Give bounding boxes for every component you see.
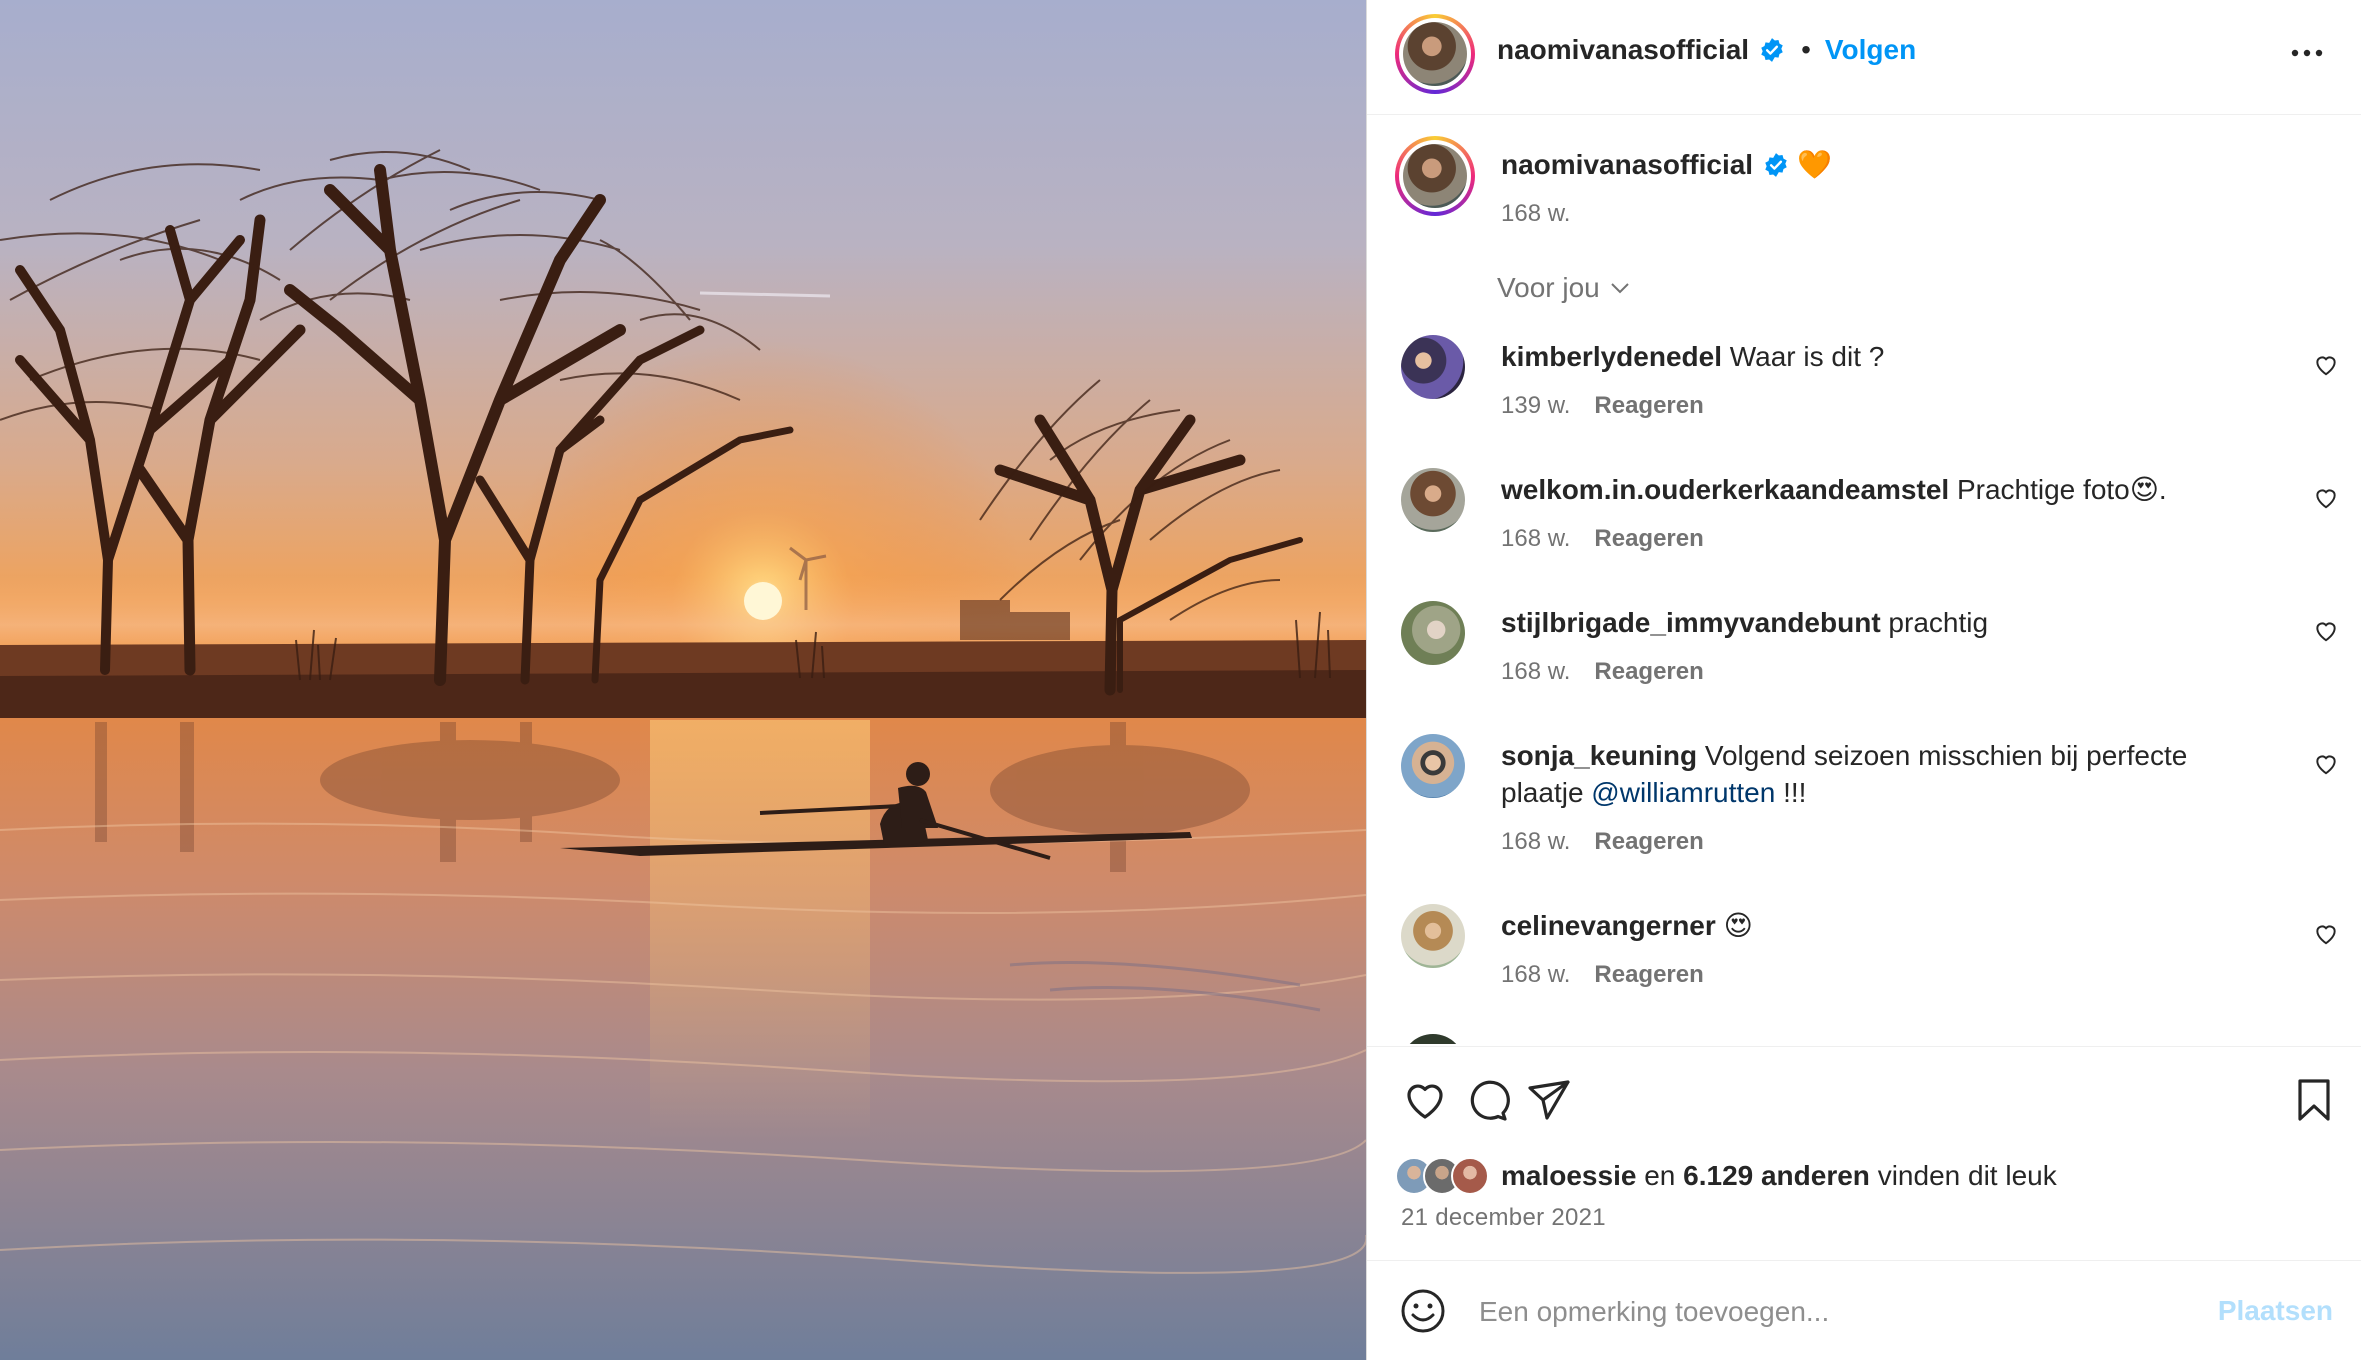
comment-item-partial [1367, 1022, 2361, 1044]
more-horizontal-icon[interactable] [2287, 38, 2327, 68]
emoji-icon[interactable] [1399, 1287, 1447, 1335]
commenter-username[interactable]: kimberlydenedel [1501, 341, 1722, 372]
likes-suffix: vinden dit leuk [1877, 1160, 2057, 1191]
heart-icon[interactable] [2313, 352, 2339, 378]
reply-button[interactable]: Reageren [1594, 392, 1703, 419]
comment-text-suffix: !!! [1775, 777, 1807, 808]
caption-author-avatar[interactable] [1395, 136, 1475, 216]
commenter-username[interactable]: welkom.in.ouderkerkaandeamstel [1501, 474, 1949, 505]
author-username[interactable]: naomivanasofficial [1497, 34, 1749, 66]
commenter-username[interactable]: stijlbrigade_immyvandebunt [1501, 607, 1881, 638]
reply-button[interactable]: Reageren [1594, 658, 1703, 685]
post-side-panel: naomivanasofficial • Volgen naomivanasof… [1366, 0, 2362, 1360]
comment-age: 139 w. [1501, 392, 1571, 419]
comment-icon[interactable] [1463, 1076, 1511, 1124]
verified-badge-icon [1761, 38, 1783, 62]
author-avatar[interactable] [1395, 14, 1475, 94]
comment-item: stijlbrigade_immyvandebunt prachtig 168 … [1367, 586, 2361, 719]
comment-sort-dropdown[interactable]: Voor jou [1497, 272, 1632, 304]
likes-summary[interactable]: maloessie en 6.129 anderen vinden dit le… [1395, 1156, 2057, 1196]
header-separator: • [1801, 34, 1811, 65]
commenter-avatar[interactable] [1401, 1034, 1465, 1044]
comment-item: welkom.in.ouderkerkaandeamstel Prachtige… [1367, 453, 2361, 586]
sunset-rowing-image [0, 0, 1366, 1360]
bookmark-icon[interactable] [2290, 1076, 2338, 1124]
commenter-avatar[interactable] [1401, 601, 1465, 665]
add-comment-bar: Plaatsen [1367, 1260, 2361, 1361]
follow-button[interactable]: Volgen [1825, 34, 1916, 66]
reply-button[interactable]: Reageren [1594, 525, 1703, 552]
comment-age: 168 w. [1501, 828, 1571, 855]
comment-text: prachtig [1888, 607, 1989, 638]
comment-text: Prachtige foto😍. [1956, 474, 2167, 505]
comment-age: 168 w. [1501, 961, 1571, 988]
commenter-avatar[interactable] [1401, 734, 1465, 798]
heart-icon[interactable] [2313, 751, 2339, 777]
comment-age: 168 w. [1501, 658, 1571, 685]
commenter-username[interactable]: sonja_keuning [1501, 740, 1697, 771]
caption-username[interactable]: naomivanasofficial [1501, 149, 1753, 181]
commenter-avatar[interactable] [1401, 335, 1465, 399]
caption-text: 🧡 [1797, 149, 1832, 180]
reply-button[interactable]: Reageren [1594, 961, 1703, 988]
comment-list[interactable]: kimberlydenedel Waar is dit ? 139 w. Reag… [1367, 320, 2361, 1044]
chevron-down-icon [1611, 283, 1629, 294]
action-bar-divider [1367, 1046, 2361, 1047]
heart-icon[interactable] [2313, 485, 2339, 511]
comment-age: 168 w. [1501, 525, 1571, 552]
verified-badge-icon [1765, 152, 1787, 177]
liker-username[interactable]: maloessie [1501, 1160, 1636, 1191]
commenter-avatar[interactable] [1401, 904, 1465, 968]
comment-item: kimberlydenedel Waar is dit ? 139 w. Reag… [1367, 320, 2361, 453]
commenter-avatar[interactable] [1401, 468, 1465, 532]
heart-icon[interactable] [1401, 1076, 1449, 1124]
post-date[interactable]: 21 december 2021 [1401, 1204, 1606, 1232]
caption-age: 168 w. [1501, 200, 1571, 227]
comment-input[interactable] [1477, 1291, 2181, 1333]
heart-icon[interactable] [2313, 921, 2339, 947]
commenter-username[interactable]: celinevangerner [1501, 910, 1716, 941]
instagram-post-view: naomivanasofficial • Volgen naomivanasof… [0, 0, 2362, 1360]
comment-text: Waar is dit ? [1729, 341, 1885, 372]
comment-item: celinevangerner 😍 168 w. Reageren [1367, 889, 2361, 1022]
likes-joiner: en [1644, 1160, 1676, 1191]
heart-icon[interactable] [2313, 618, 2339, 644]
post-comment-button[interactable]: Plaatsen [2218, 1295, 2333, 1327]
likes-text: maloessie en 6.129 anderen vinden dit le… [1501, 1160, 2057, 1192]
comment-item: sonja_keuning Volgend seizoen misschien … [1367, 719, 2361, 889]
comment-text: 😍 [1723, 910, 1753, 941]
liker-avatar [1451, 1157, 1489, 1195]
comment-sort-label: Voor jou [1497, 272, 1600, 303]
post-photo[interactable] [0, 0, 1366, 1360]
reply-button[interactable]: Reageren [1594, 828, 1703, 855]
mention-link[interactable]: @williamrutten [1591, 777, 1775, 808]
share-icon[interactable] [1525, 1076, 1573, 1124]
post-header: naomivanasofficial • Volgen [1367, 0, 2361, 115]
likes-count[interactable]: 6.129 anderen [1683, 1160, 1870, 1191]
